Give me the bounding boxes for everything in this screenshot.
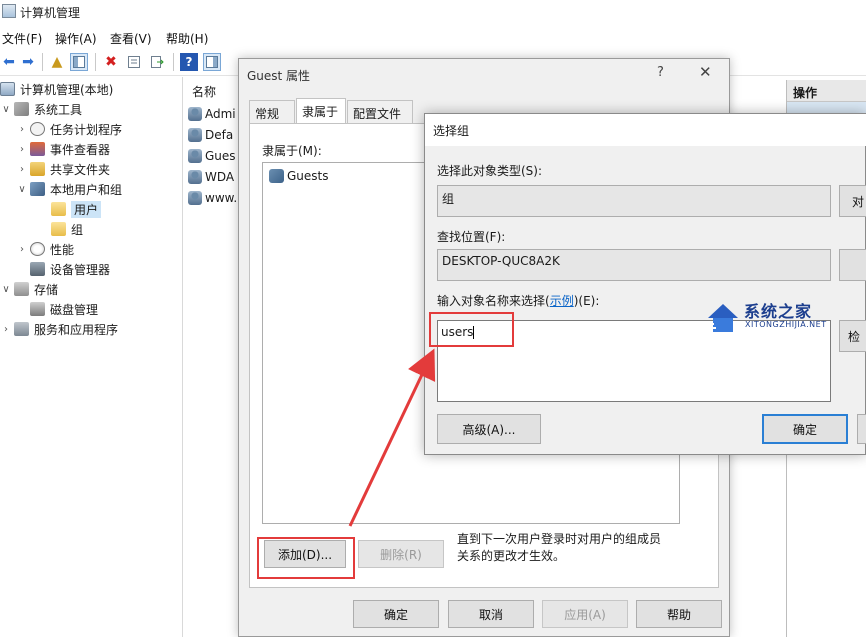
watermark-brand: 系统之家: [744, 302, 813, 321]
watermark-logo-icon: [706, 304, 738, 332]
site-watermark: 系统之家 XITONGZHIJIA.NET: [704, 296, 864, 340]
watermark-site: XITONGZHIJIA.NET: [745, 320, 827, 329]
